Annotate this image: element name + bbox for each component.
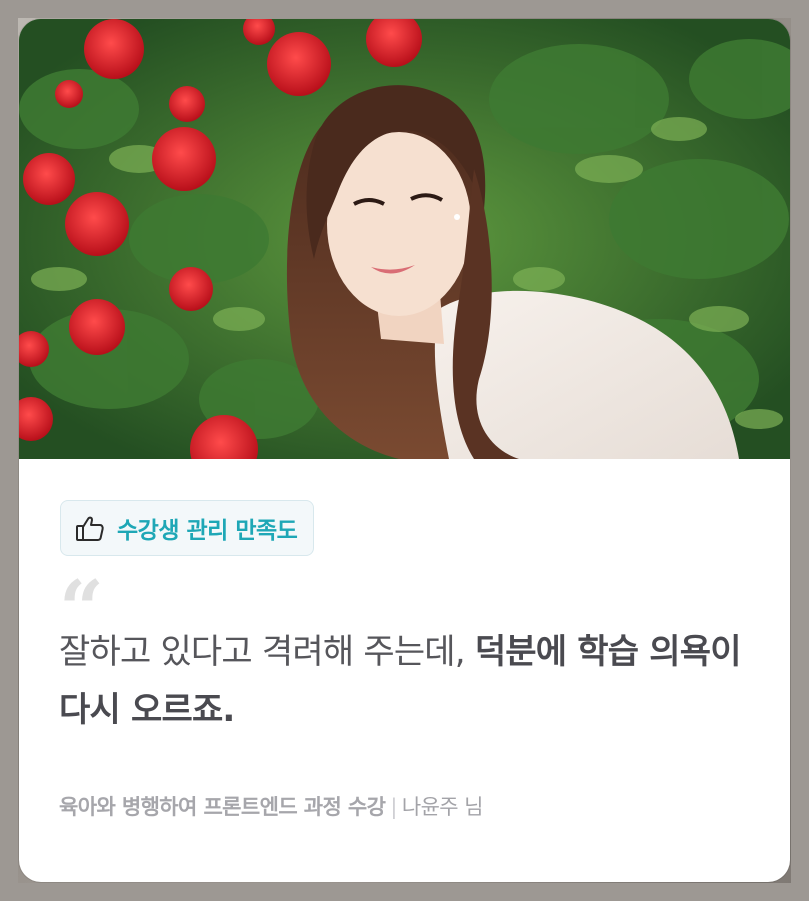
badge-label: 수강생 관리 만족도 bbox=[117, 518, 298, 544]
meta-separator: | bbox=[390, 795, 397, 819]
testimonial-quote: 잘하고 있다고 격려해 주는데, 덕분에 학습 의욕이 다시 오르죠. bbox=[59, 623, 749, 739]
quote-text-regular: 잘하고 있다고 격려해 주는데, bbox=[59, 632, 475, 672]
course-description: 육아와 병행하여 프론트엔드 과정 수강 bbox=[59, 795, 386, 819]
portrait-photo bbox=[19, 19, 790, 459]
testimonial-meta: 육아와 병행하여 프론트엔드 과정 수강 | 나윤주 님 bbox=[59, 791, 483, 821]
satisfaction-badge: 수강생 관리 만족도 bbox=[60, 500, 315, 556]
thumbs-up-icon bbox=[73, 511, 107, 545]
author-name: 나윤주 님 bbox=[401, 795, 484, 819]
testimonial-card: 수강생 관리 만족도 “ 잘하고 있다고 격려해 주는데, 덕분에 학습 의욕이… bbox=[19, 19, 790, 882]
